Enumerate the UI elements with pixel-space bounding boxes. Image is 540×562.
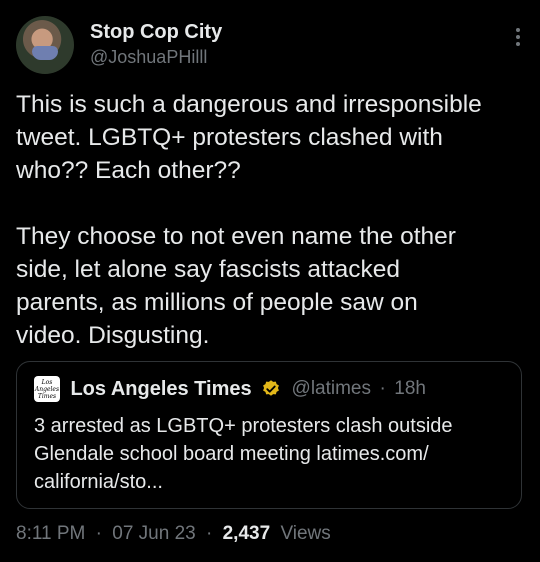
tweet-header: Stop Cop City @JoshuaPHilll (16, 16, 524, 76)
quoted-tweet-card[interactable]: Los Angeles Times Los Angeles Times @latim… (16, 361, 522, 509)
views-label: Views (280, 523, 331, 544)
avatar[interactable] (16, 16, 74, 74)
tweet-text: This is such a dangerous and irresponsib… (16, 91, 482, 349)
tweet-time[interactable]: 8:11 PM (16, 523, 85, 545)
tweet-meta: 8:11 PM · 07 Jun 23 · 2,437 Views (16, 523, 331, 545)
quoted-handle[interactable]: @latimes (292, 378, 371, 400)
quoted-separator: · (379, 378, 386, 399)
views-count[interactable]: 2,437 (223, 523, 271, 545)
quoted-tweet-text: 3 arrested as LGBTQ+ protesters clash ou… (34, 415, 453, 493)
verified-badge-icon (263, 380, 279, 396)
tweet-date[interactable]: 07 Jun 23 (112, 523, 195, 545)
quoted-tweet-header: Los Angeles Times Los Angeles Times @latim… (34, 376, 426, 402)
author-names: Stop Cop City @JoshuaPHilll (90, 20, 222, 69)
latimes-logo-icon: Los Angeles Times (34, 376, 60, 402)
quoted-time[interactable]: 18h (394, 378, 426, 400)
meta-separator: · (206, 523, 213, 544)
author-handle[interactable]: @JoshuaPHilll (90, 45, 222, 69)
more-vertical-icon[interactable] (514, 28, 522, 50)
avatar-mask-detail (32, 46, 58, 60)
author-display-name[interactable]: Stop Cop City (90, 20, 222, 44)
quoted-display-name[interactable]: Los Angeles Times (70, 378, 251, 401)
meta-separator: · (95, 523, 102, 544)
